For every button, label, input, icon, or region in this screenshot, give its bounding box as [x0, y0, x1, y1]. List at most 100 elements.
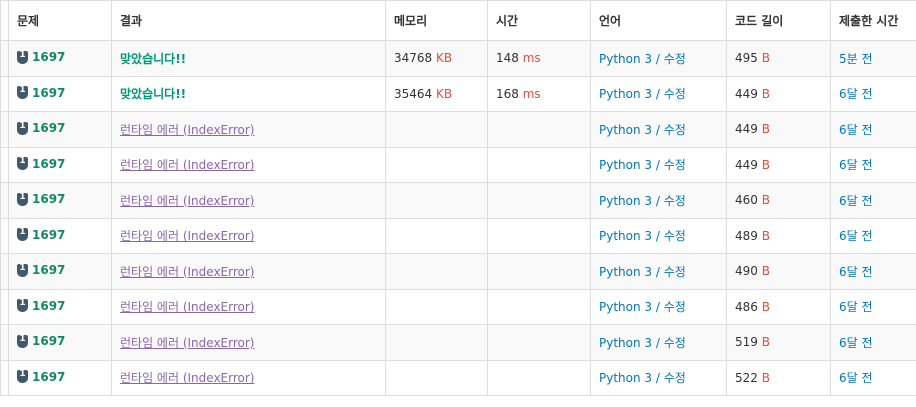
problem-cell: 1697: [8, 75, 112, 112]
edge-cell: [0, 253, 9, 290]
problem-link[interactable]: 1697: [17, 334, 65, 348]
submitted-time-link[interactable]: 6달 전: [839, 229, 873, 243]
language-link[interactable]: Python 3 / 수정: [599, 371, 686, 385]
result-text[interactable]: 런타임 에러 (IndexError): [120, 229, 254, 243]
memory-cell: [385, 217, 488, 254]
code-length-cell: 489 B: [726, 217, 831, 254]
submitted-time-link[interactable]: 6달 전: [839, 158, 873, 172]
code-length-cell: 460 B: [726, 182, 831, 219]
language-link[interactable]: Python 3 / 수정: [599, 336, 686, 350]
language-link[interactable]: Python 3 / 수정: [599, 123, 686, 137]
memory-cell: [385, 146, 488, 183]
tier-badge-icon: [17, 298, 28, 312]
language-link[interactable]: Python 3 / 수정: [599, 300, 686, 314]
submission-status-table: 문제 결과 메모리 시간 언어 코드 길이 제출한 시간 1697 맞았습니다!!…: [0, 0, 916, 396]
submitted-time-link[interactable]: 6달 전: [839, 87, 873, 101]
language-link[interactable]: Python 3 / 수정: [599, 194, 686, 208]
result-cell: 런타임 에러 (IndexError): [111, 359, 386, 396]
submitted-cell: 6달 전: [830, 217, 916, 254]
time-cell: 148 ms: [487, 40, 591, 77]
time-cell: [487, 217, 591, 254]
language-cell: Python 3 / 수정: [590, 217, 727, 254]
result-text[interactable]: 런타임 에러 (IndexError): [120, 371, 254, 385]
time-cell: [487, 111, 591, 148]
submitted-time-link[interactable]: 6달 전: [839, 371, 873, 385]
result-text[interactable]: 런타임 에러 (IndexError): [120, 265, 254, 279]
memory-unit: KB: [436, 51, 453, 66]
memory-value: 35464: [394, 86, 433, 101]
problem-cell: 1697: [8, 111, 112, 148]
header-time: 시간: [487, 0, 591, 41]
problem-link[interactable]: 1697: [17, 121, 65, 135]
edge-cell: [0, 0, 9, 41]
language-cell: Python 3 / 수정: [590, 75, 727, 112]
submitted-time-link[interactable]: 6달 전: [839, 336, 873, 350]
language-cell: Python 3 / 수정: [590, 288, 727, 325]
tier-badge-icon: [17, 334, 28, 348]
problem-id: 1697: [32, 263, 66, 277]
problem-cell: 1697: [8, 359, 112, 396]
code-length-unit: B: [761, 228, 770, 243]
problem-cell: 1697: [8, 146, 112, 183]
language-link[interactable]: Python 3 / 수정: [599, 229, 686, 243]
code-length-value: 449: [735, 157, 758, 172]
submitted-time-link[interactable]: 6달 전: [839, 300, 873, 314]
header-submitted: 제출한 시간: [830, 0, 916, 41]
time-cell: [487, 146, 591, 183]
memory-cell: 34768 KB: [385, 40, 488, 77]
result-cell: 맞았습니다!!: [111, 40, 386, 77]
tier-badge-icon: [17, 263, 28, 277]
table-row: 1697 런타임 에러 (IndexError) Python 3 / 수정 460…: [0, 182, 916, 219]
code-length-cell: 449 B: [726, 75, 831, 112]
problem-link[interactable]: 1697: [17, 263, 65, 277]
problem-id: 1697: [32, 85, 66, 100]
submitted-time-link[interactable]: 6달 전: [839, 194, 873, 208]
tier-badge-icon: [17, 50, 28, 64]
result-text[interactable]: 런타임 에러 (IndexError): [120, 158, 254, 172]
problem-link[interactable]: 1697: [17, 50, 65, 64]
code-length-unit: B: [761, 122, 770, 137]
submitted-cell: 6달 전: [830, 146, 916, 183]
memory-cell: [385, 359, 488, 396]
problem-link[interactable]: 1697: [17, 369, 65, 384]
result-text[interactable]: 런타임 에러 (IndexError): [120, 123, 254, 137]
code-length-value: 490: [735, 264, 758, 279]
result-text[interactable]: 런타임 에러 (IndexError): [120, 336, 254, 350]
problem-link[interactable]: 1697: [17, 156, 65, 171]
result-cell: 런타임 에러 (IndexError): [111, 217, 386, 254]
edge-cell: [0, 146, 9, 183]
result-text[interactable]: 런타임 에러 (IndexError): [120, 194, 254, 208]
table-row: 1697맞았습니다!!35464 KB168 msPython 3 / 수정44…: [0, 75, 916, 112]
time-unit: ms: [522, 51, 541, 66]
result-text[interactable]: 런타임 에러 (IndexError): [120, 300, 254, 314]
code-length-unit: B: [761, 157, 770, 172]
submitted-time-link[interactable]: 6달 전: [839, 265, 873, 279]
result-cell: 런타임 에러 (IndexError): [111, 324, 386, 361]
language-link[interactable]: Python 3 / 수정: [599, 87, 686, 101]
header-problem: 문제: [8, 0, 112, 41]
language-link[interactable]: Python 3 / 수정: [599, 158, 686, 172]
submitted-time-link[interactable]: 5분 전: [839, 52, 873, 66]
problem-link[interactable]: 1697: [17, 85, 66, 100]
problem-link[interactable]: 1697: [17, 227, 65, 242]
submitted-cell: 6달 전: [830, 288, 916, 325]
code-length-value: 495: [735, 51, 758, 66]
table-row: 1697 런타임 에러 (IndexError) Python 3 / 수정 522…: [0, 359, 916, 396]
submitted-time-link[interactable]: 6달 전: [839, 123, 873, 137]
memory-cell: [385, 253, 488, 290]
language-link[interactable]: Python 3 / 수정: [599, 52, 686, 66]
problem-link[interactable]: 1697: [17, 298, 65, 313]
language-link[interactable]: Python 3 / 수정: [599, 265, 686, 279]
submitted-cell: 6달 전: [830, 359, 916, 396]
code-length-unit: B: [761, 264, 770, 279]
problem-link[interactable]: 1697: [17, 192, 65, 206]
problem-id: 1697: [32, 334, 66, 348]
tier-badge-icon: [17, 85, 28, 99]
time-cell: [487, 324, 591, 361]
result-text: 맞았습니다!!: [120, 87, 187, 102]
time-cell: [487, 253, 591, 290]
tier-badge-icon: [17, 227, 28, 241]
time-cell: [487, 182, 591, 219]
memory-value: 34768: [394, 51, 433, 66]
tier-badge-icon: [17, 369, 28, 383]
